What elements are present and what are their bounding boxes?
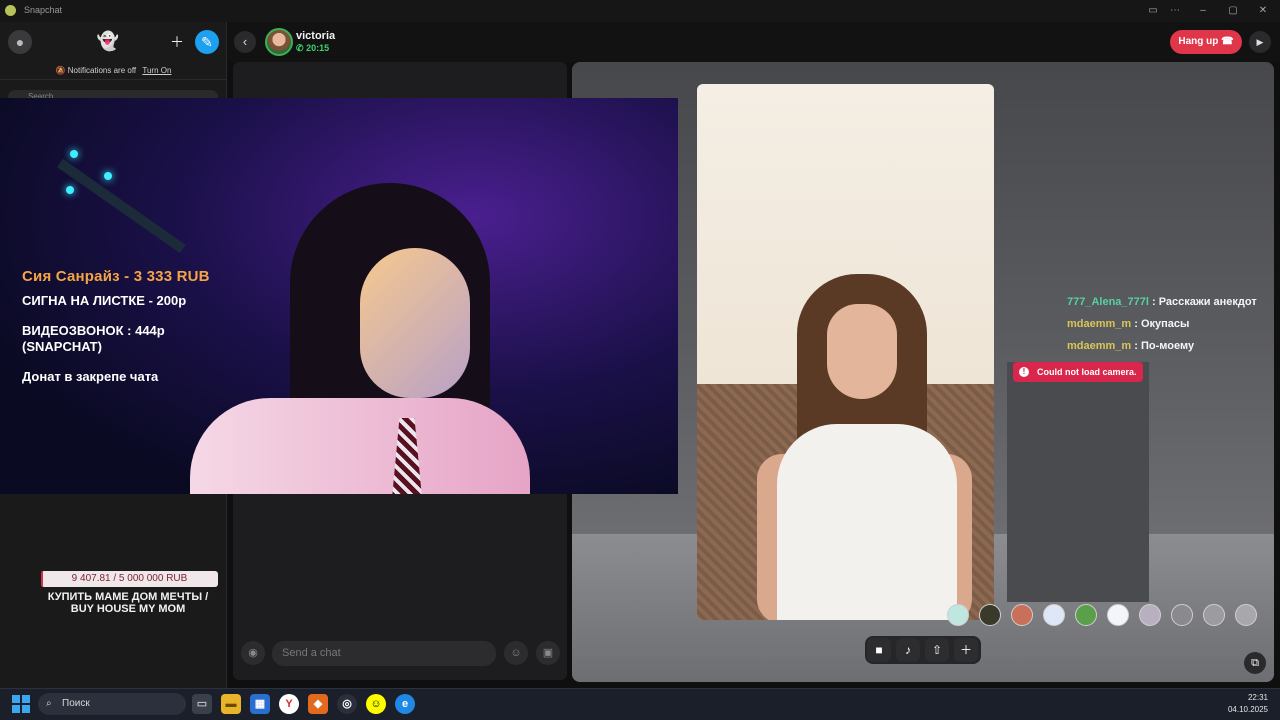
shield-icon[interactable]: ◆ xyxy=(308,694,328,714)
camera-error-text: Could not load camera. xyxy=(1037,367,1137,377)
edge-icon[interactable]: e xyxy=(395,694,415,714)
yandex-browser-icon[interactable]: Y xyxy=(279,694,299,714)
microphone-arm xyxy=(57,158,186,254)
chat-message: mdaemm_m : По-моему xyxy=(1067,337,1267,355)
window-title: Snapchat xyxy=(24,5,63,15)
chat-header xyxy=(228,22,1280,62)
task-view-icon[interactable]: ▭ xyxy=(192,694,212,714)
lens-button[interactable] xyxy=(947,604,969,626)
store-icon[interactable]: ▦ xyxy=(250,694,270,714)
room-door xyxy=(1007,362,1149,602)
taskbar-search[interactable]: ⌕ Поиск xyxy=(38,693,186,715)
taskbar-search-label: Поиск xyxy=(62,698,90,709)
goal-caption-line: КУПИТЬ МАМЕ ДОМ МЕЧТЫ / xyxy=(47,591,209,603)
lens-button[interactable] xyxy=(979,604,1001,626)
price-line: ВИДЕОЗВОНОК : 444р xyxy=(22,323,165,338)
profile-avatar-icon[interactable]: ● xyxy=(8,30,32,54)
more-icon[interactable]: ⋯ xyxy=(1164,3,1186,19)
lens-button[interactable] xyxy=(1235,604,1257,626)
led-light xyxy=(66,186,74,194)
chat-text: : Окупасы xyxy=(1134,318,1190,330)
search-icon: ⌕ xyxy=(46,698,52,709)
clock-date: 04.10.2025 xyxy=(1227,705,1268,714)
alert-icon: ! xyxy=(1019,367,1029,377)
chat-username: 777_Alena_777l xyxy=(1067,296,1149,308)
microphone-icon[interactable]: ♪ xyxy=(896,638,920,662)
lens-button[interactable] xyxy=(1011,604,1033,626)
chat-text: : Расскажи анекдот xyxy=(1152,296,1257,308)
chat-message: 777_Alena_777l : Расскажи анекдот xyxy=(1067,293,1267,311)
snapchat-icon[interactable]: ☺ xyxy=(366,694,386,714)
emoji-icon[interactable]: ☺ xyxy=(504,641,528,665)
back-button[interactable]: ‹ xyxy=(234,31,256,53)
streamer-shirt xyxy=(190,398,530,494)
donation-goal-fill xyxy=(41,571,43,587)
donation-goal-bar: 9 407.81 / 5 000 000 RUB xyxy=(41,571,218,587)
chat-message: mdaemm_m : Окупасы xyxy=(1067,315,1267,333)
hang-up-button[interactable]: Hang up ☎ xyxy=(1170,30,1242,54)
lens-button[interactable] xyxy=(1075,604,1097,626)
lens-button[interactable] xyxy=(1107,604,1129,626)
camera-error-toast: ! Could not load camera. xyxy=(1013,362,1143,382)
price-list: Сия Санрайз - 3 333 RUB СИГНА НА ЛИСТКЕ … xyxy=(22,268,210,385)
person-body xyxy=(777,424,957,620)
video-camera-icon[interactable]: ■ xyxy=(867,638,891,662)
streamer-webcam-overlay: Сия Санрайз - 3 333 RUB СИГНА НА ЛИСТКЕ … xyxy=(0,98,678,494)
price-line: (SNAPCHAT) xyxy=(22,339,102,354)
snapchat-ghost-icon[interactable]: 👻 xyxy=(96,29,120,53)
lens-button[interactable] xyxy=(1139,604,1161,626)
camera-icon[interactable]: ◉ xyxy=(241,641,265,665)
call-timer: ✆ 20:15 xyxy=(296,43,329,54)
streamer-face xyxy=(360,248,470,398)
add-person-icon[interactable]: ＋ xyxy=(954,638,978,662)
minimize-button[interactable]: – xyxy=(1192,3,1214,19)
price-line: СИГНА НА ЛИСТКЕ - 200р xyxy=(22,293,187,308)
send-chat-input[interactable]: Send a chat xyxy=(272,641,496,666)
lens-button[interactable] xyxy=(1171,604,1193,626)
window-titlebar: Snapchat ▭ ⋯ – ▢ ✕ xyxy=(0,0,1280,22)
contact-avatar[interactable] xyxy=(265,28,293,56)
donation-goal-caption: КУПИТЬ МАМЕ ДОМ МЕЧТЫ / BUY HOUSE MY MOM xyxy=(28,591,228,615)
maximize-button[interactable]: ▢ xyxy=(1222,3,1244,19)
sticker-icon[interactable]: ▣ xyxy=(536,641,560,665)
price-line: Донат в закрепе чата xyxy=(22,369,159,384)
lens-button[interactable] xyxy=(1043,604,1065,626)
camera-icon[interactable]: ▭ xyxy=(1142,3,1164,19)
led-light xyxy=(70,150,78,158)
led-light xyxy=(104,172,112,180)
pop-out-icon[interactable]: ⧉ xyxy=(1244,652,1266,674)
clock-time: 22:31 xyxy=(1247,693,1268,702)
chat-text: : По-моему xyxy=(1134,340,1195,352)
phone-icon: ✆ xyxy=(296,43,304,53)
goal-caption-line: BUY HOUSE MY MOM xyxy=(70,603,186,615)
hang-up-label: Hang up xyxy=(1178,36,1219,47)
person-face xyxy=(827,304,897,399)
remote-video xyxy=(697,84,994,620)
chat-username: mdaemm_m xyxy=(1067,340,1132,352)
taskbar-clock[interactable]: 22:31 04.10.2025 xyxy=(1210,692,1268,716)
turn-on-link[interactable]: Turn On xyxy=(142,66,171,75)
notifications-text: Notifications are off xyxy=(67,66,137,75)
file-explorer-icon[interactable]: ▬ xyxy=(221,694,241,714)
call-time: 20:15 xyxy=(306,43,330,53)
add-friend-icon[interactable]: ＋ xyxy=(165,30,189,54)
close-button[interactable]: ✕ xyxy=(1252,3,1274,19)
notifications-bar: 🔕 Notifications are off Turn On xyxy=(0,62,227,80)
bell-off-icon: 🔕 xyxy=(55,66,66,75)
chat-username: mdaemm_m xyxy=(1067,318,1132,330)
play-icon[interactable]: ▶ xyxy=(1249,31,1271,53)
sponsor-line: Сия Санрайз - 3 333 RUB xyxy=(22,268,210,285)
app-icon xyxy=(5,5,16,16)
phone-down-icon: ☎ xyxy=(1221,36,1234,47)
contact-name[interactable]: victoria xyxy=(296,30,335,42)
share-screen-icon[interactable]: ⇧ xyxy=(925,638,949,662)
lens-button[interactable] xyxy=(1203,604,1225,626)
obs-icon[interactable]: ◎ xyxy=(337,694,357,714)
new-chat-icon[interactable]: ✎ xyxy=(195,30,219,54)
stream-chat-overlay: 777_Alena_777l : Расскажи анекдот mdaemm… xyxy=(1067,293,1267,359)
windows-start-icon[interactable] xyxy=(12,695,30,713)
